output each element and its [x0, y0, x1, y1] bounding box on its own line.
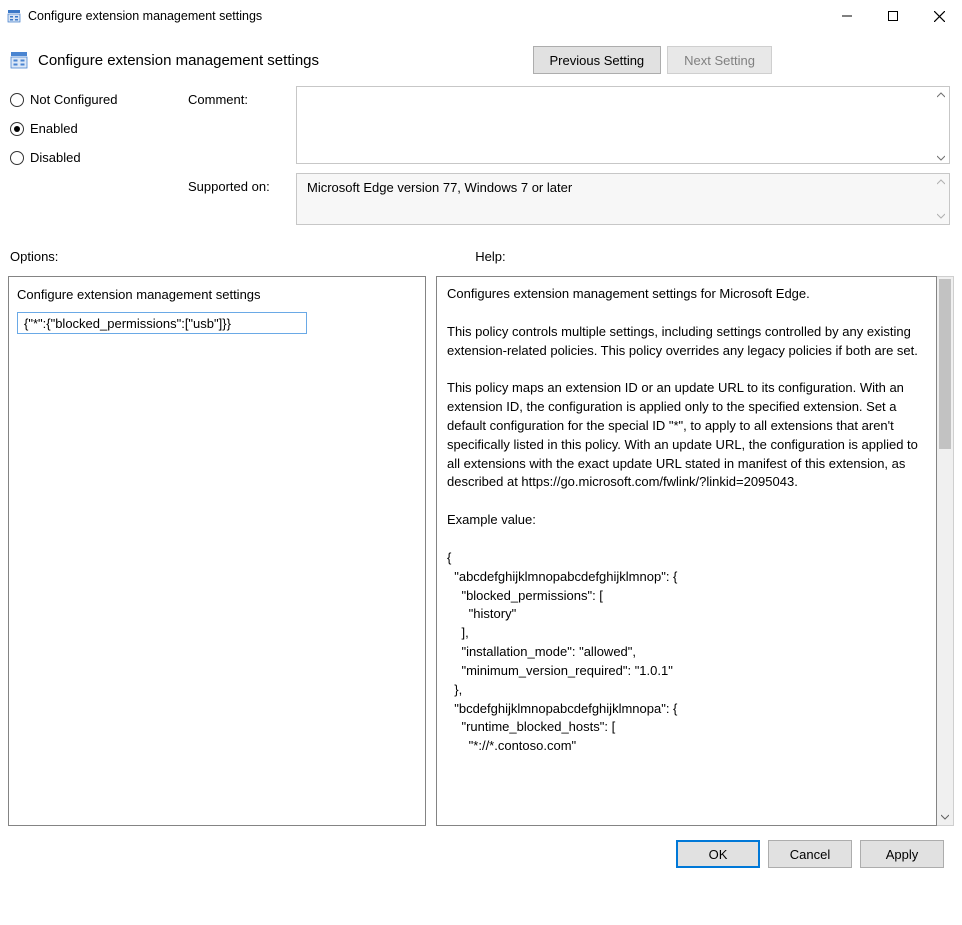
help-scrollbar[interactable]: [937, 276, 954, 826]
extension-settings-input[interactable]: [17, 312, 307, 334]
maximize-button[interactable]: [870, 0, 916, 32]
ok-button[interactable]: OK: [676, 840, 760, 868]
radio-label: Enabled: [30, 121, 78, 136]
previous-setting-button[interactable]: Previous Setting: [533, 46, 662, 74]
state-disabled-radio[interactable]: Disabled: [10, 150, 180, 165]
window-title: Configure extension management settings: [28, 9, 262, 23]
radio-icon: [10, 93, 24, 107]
help-text: Configures extension management settings…: [436, 276, 937, 826]
radio-label: Not Configured: [30, 92, 117, 107]
options-section-label: Options:: [10, 249, 475, 264]
state-not-configured-radio[interactable]: Not Configured: [10, 92, 180, 107]
state-enabled-radio[interactable]: Enabled: [10, 121, 180, 136]
close-button[interactable]: [916, 0, 962, 32]
help-section-label: Help:: [475, 249, 940, 264]
chevron-down-icon: [937, 808, 953, 825]
minimize-button[interactable]: [824, 0, 870, 32]
radio-label: Disabled: [30, 150, 81, 165]
scrollbar-thumb[interactable]: [939, 279, 951, 449]
options-pane: Configure extension management settings: [8, 276, 426, 826]
next-setting-button: Next Setting: [667, 46, 772, 74]
settings-icon: [10, 51, 28, 69]
supported-on-label: Supported on:: [188, 173, 288, 225]
comment-field[interactable]: [296, 86, 950, 164]
radio-icon: [10, 122, 24, 136]
supported-on-field: Microsoft Edge version 77, Windows 7 or …: [296, 173, 950, 225]
app-icon: [6, 8, 22, 24]
apply-button[interactable]: Apply: [860, 840, 944, 868]
options-field-label: Configure extension management settings: [17, 287, 417, 302]
radio-icon: [10, 151, 24, 165]
window-titlebar: Configure extension management settings: [0, 0, 962, 32]
cancel-button[interactable]: Cancel: [768, 840, 852, 868]
page-title: Configure extension management settings: [36, 52, 319, 69]
comment-label: Comment:: [188, 86, 288, 167]
